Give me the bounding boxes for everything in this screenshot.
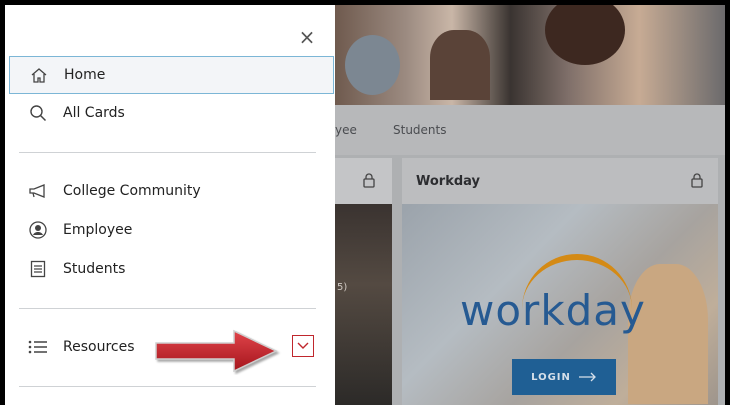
home-icon xyxy=(28,64,50,86)
nav-item-label: Resources xyxy=(63,339,135,355)
megaphone-icon xyxy=(27,180,49,202)
screenshot-frame: yee Students 5) Workday workday LOGIN × … xyxy=(5,5,725,405)
workday-card-image: workday LOGIN xyxy=(402,204,718,405)
divider xyxy=(19,308,316,309)
nav-item-all-cards[interactable]: All Cards xyxy=(9,94,334,132)
nav-item-label: Employee xyxy=(63,222,133,238)
document-icon xyxy=(27,258,49,280)
nav-item-label: College Community xyxy=(63,183,201,199)
login-button[interactable]: LOGIN xyxy=(512,359,616,395)
chevron-down-icon xyxy=(297,342,309,349)
workday-card-title: Workday xyxy=(416,174,481,189)
search-icon xyxy=(27,102,49,124)
workday-card[interactable]: Workday workday LOGIN xyxy=(402,158,718,405)
divider xyxy=(19,386,316,387)
hero-image xyxy=(335,5,725,105)
login-label: LOGIN xyxy=(531,371,571,383)
lock-icon xyxy=(691,173,703,188)
tab-students[interactable]: Students xyxy=(393,123,447,137)
nav-item-students[interactable]: Students xyxy=(9,250,334,288)
card-partial[interactable]: 5) xyxy=(335,158,392,405)
card-partial-text: 5) xyxy=(337,282,348,293)
nav-item-label: All Cards xyxy=(63,105,125,121)
lock-icon xyxy=(363,173,375,188)
divider xyxy=(19,152,316,153)
nav-item-employee[interactable]: Employee xyxy=(9,211,334,249)
nav-item-home[interactable]: Home xyxy=(9,56,334,94)
nav-item-label: Home xyxy=(64,67,106,83)
list-icon xyxy=(27,336,49,358)
user-circle-icon xyxy=(27,219,49,241)
close-button[interactable]: × xyxy=(297,27,317,47)
nav-item-label: Students xyxy=(63,261,126,277)
annotation-arrow-icon xyxy=(155,329,278,373)
navigation-drawer: × Home All Cards College Community Emplo… xyxy=(5,5,335,405)
workday-logo: workday xyxy=(460,286,646,335)
resources-expand-button[interactable] xyxy=(292,335,314,357)
arrow-right-icon xyxy=(578,372,596,382)
nav-item-college-community[interactable]: College Community xyxy=(9,172,334,210)
tab-employee-partial[interactable]: yee xyxy=(335,123,357,137)
background-tab-bar: yee Students xyxy=(335,105,725,155)
